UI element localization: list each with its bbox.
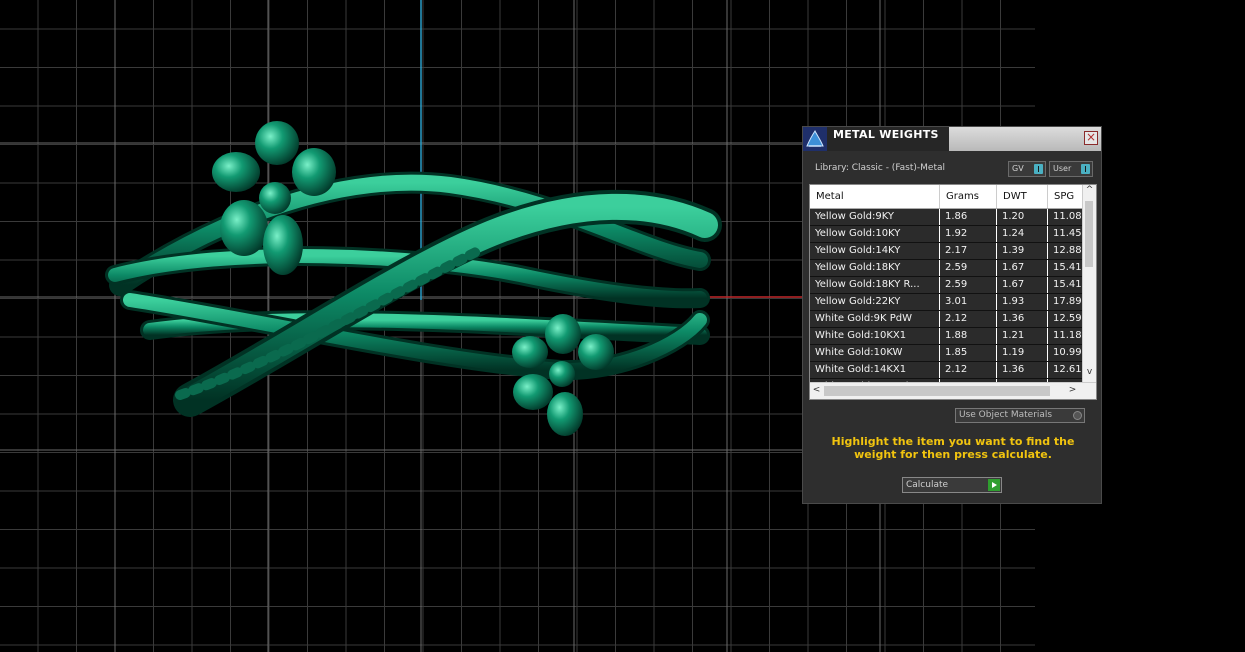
close-button[interactable]: × [1084,131,1098,145]
table-row[interactable]: Yellow Gold:14KY 2.17 1.39 12.88 [810,243,1084,260]
scroll-down-icon[interactable]: v [1083,367,1096,377]
user-toggle-label: User [1053,164,1072,173]
cell-grams: 2.12 [940,311,997,327]
cell-metal: Yellow Gold:9KY [810,209,940,225]
gv-toggle-label: GV [1012,164,1024,173]
table-header: Metal Grams DWT SPG [810,185,1084,209]
cell-grams: 2.17 [940,243,997,259]
cell-grams: 1.92 [940,226,997,242]
cell-dwt: 1.67 [997,260,1048,276]
cell-metal: Yellow Gold:18KY R... [810,277,940,293]
cell-grams: 1.86 [940,209,997,225]
scroll-up-icon[interactable]: ^ [1083,185,1096,195]
cell-dwt: 1.19 [997,345,1048,361]
cell-dwt: 1.39 [997,243,1048,259]
table-row[interactable]: Yellow Gold:18KY R... 2.59 1.67 15.41 [810,277,1084,294]
app-logo-icon [803,127,827,151]
cell-grams: 2.59 [940,277,997,293]
cell-dwt: 1.36 [997,362,1048,378]
calculate-label: Calculate [906,480,949,490]
gv-toggle[interactable]: GV [1008,161,1046,177]
dialog-titlebar[interactable]: METAL WEIGHTS × [803,127,1101,151]
cell-grams: 2.59 [940,260,997,276]
table-row[interactable]: White Gold:14KX1 2.12 1.36 12.61 [810,362,1084,379]
cell-dwt: 1.36 [997,311,1048,327]
calculate-button[interactable]: Calculate [902,477,1002,493]
table-row[interactable]: Yellow Gold:10KY 1.92 1.24 11.45 [810,226,1084,243]
cell-dwt: 1.67 [997,277,1048,293]
cell-metal: White Gold:14KX1 [810,362,940,378]
scroll-left-icon[interactable]: < [810,385,823,395]
toggle-icon [1081,164,1090,174]
vertical-scrollbar[interactable]: ^ v [1082,185,1096,383]
cell-grams: 3.01 [940,294,997,310]
close-icon: × [1085,130,1097,144]
cell-metal: Yellow Gold:14KY [810,243,940,259]
use-object-materials-label: Use Object Materials [959,410,1053,420]
cell-grams: 2.12 [940,362,997,378]
cell-metal: Yellow Gold:10KY [810,226,940,242]
cell-metal: White Gold:9K PdW [810,311,940,327]
use-object-materials-toggle[interactable]: Use Object Materials [955,408,1085,423]
radio-icon [1073,411,1082,420]
table-row[interactable]: White Gold:10KX1 1.88 1.21 11.18 [810,328,1084,345]
table-row[interactable]: White Gold:9K PdW 2.12 1.36 12.59 [810,311,1084,328]
table-body: Yellow Gold:9KY 1.86 1.20 11.08 Yellow Gold:… [810,209,1084,396]
cell-metal: White Gold:10KW [810,345,940,361]
metal-table[interactable]: Metal Grams DWT SPG Yellow Gold:9KY 1.86 1… [809,184,1097,400]
cell-dwt: 1.20 [997,209,1048,225]
cell-dwt: 1.24 [997,226,1048,242]
vertical-scroll-thumb[interactable] [1085,201,1093,267]
cell-dwt: 1.93 [997,294,1048,310]
ring-model[interactable] [105,171,722,417]
dialog-title: METAL WEIGHTS [833,128,939,141]
metal-weights-dialog: METAL WEIGHTS × Library: Classic - (Fast… [802,126,1102,504]
column-header-dwt[interactable]: DWT [997,185,1048,208]
table-row[interactable]: Yellow Gold:9KY 1.86 1.20 11.08 [810,209,1084,226]
table-row[interactable]: Yellow Gold:18KY 2.59 1.67 15.41 [810,260,1084,277]
cell-metal: White Gold:10KX1 [810,328,940,344]
library-label: Library: Classic - (Fast)-Metal [815,163,946,173]
column-header-grams[interactable]: Grams [940,185,997,208]
cell-metal: Yellow Gold:22KY [810,294,940,310]
horizontal-scroll-thumb[interactable] [824,386,1050,396]
play-icon [988,479,1000,491]
horizontal-scrollbar[interactable]: < > [810,382,1096,399]
table-row[interactable]: White Gold:10KW 1.85 1.19 10.99 [810,345,1084,362]
table-row[interactable]: Yellow Gold:22KY 3.01 1.93 17.89 [810,294,1084,311]
cell-metal: Yellow Gold:18KY [810,260,940,276]
instruction-text: Highlight the item you want to find the … [831,435,1075,461]
cell-grams: 1.85 [940,345,997,361]
user-toggle[interactable]: User [1049,161,1093,177]
column-header-metal[interactable]: Metal [810,185,940,208]
cell-dwt: 1.21 [997,328,1048,344]
scroll-right-icon[interactable]: > [1066,385,1079,395]
toggle-icon [1034,164,1043,174]
cell-grams: 1.88 [940,328,997,344]
